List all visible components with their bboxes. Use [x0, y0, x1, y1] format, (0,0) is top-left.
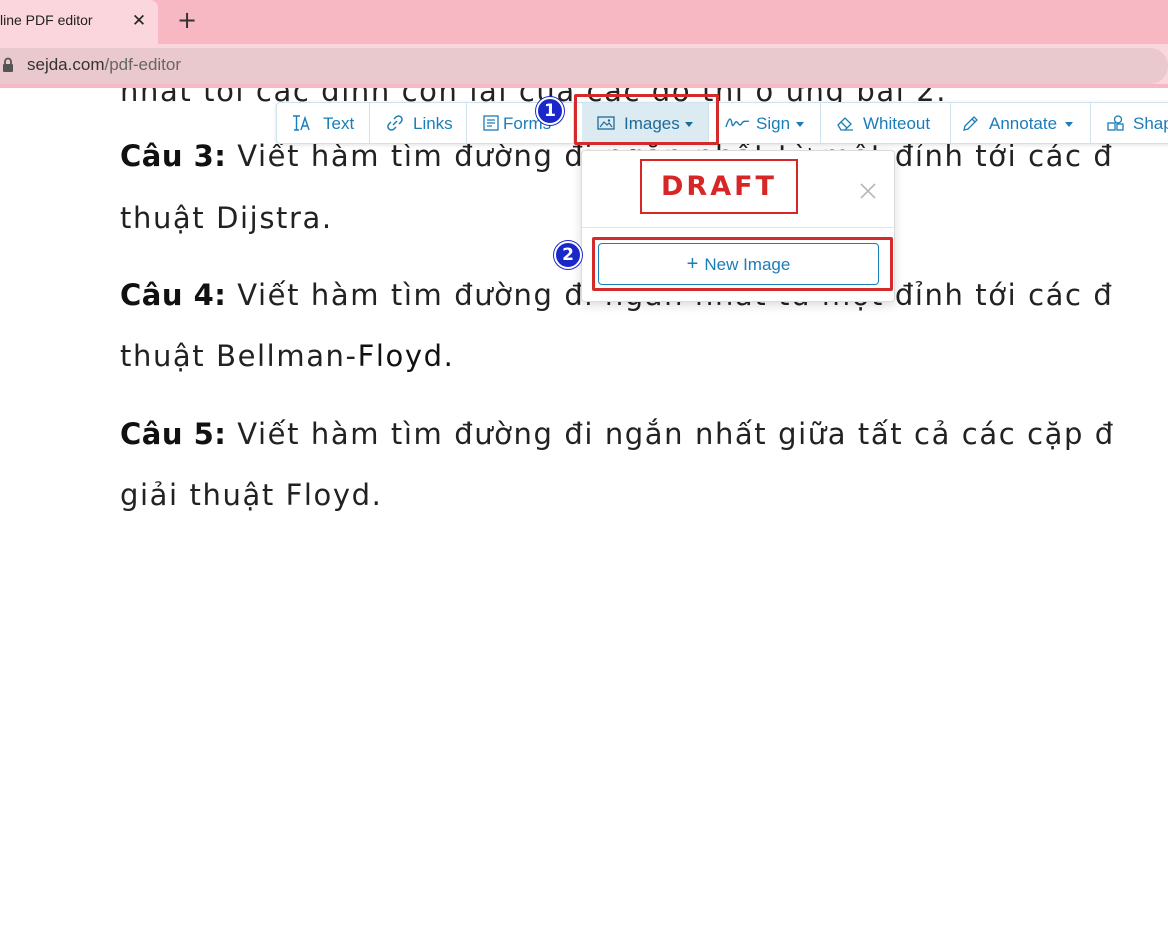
q4-label: Câu 4:: [120, 278, 227, 312]
link-icon: [387, 115, 403, 131]
url-text[interactable]: sejda.com/pdf-editor: [27, 55, 181, 75]
editor-toolbar: Text Links Forms Images Sign Whiteout An…: [276, 102, 1168, 144]
shapes-tool-button[interactable]: Shapes: [1091, 103, 1168, 143]
sign-tool-button[interactable]: Sign: [709, 103, 821, 143]
shapes-tool-label: Shapes: [1133, 114, 1168, 133]
annotate-tool-button[interactable]: Annotate: [951, 103, 1091, 143]
browser-tab[interactable]: line PDF editor ✕: [0, 0, 158, 44]
signature-icon: [725, 118, 750, 128]
tab-close-icon[interactable]: ✕: [128, 10, 150, 32]
step-marker-1: 1: [536, 97, 564, 125]
shapes-icon: [1107, 115, 1124, 131]
url-path: /pdf-editor: [104, 55, 182, 74]
doc-question-3-cont: thuật Dijstra.: [120, 201, 333, 235]
doc-question-5-cont: giải thuật Floyd.: [120, 478, 383, 512]
annotate-tool-label: Annotate: [989, 114, 1058, 133]
links-tool-button[interactable]: Links: [370, 103, 467, 143]
doc-question-5: Câu 5: Viết hàm tìm đường đi ngắn nhất g…: [120, 417, 1115, 451]
text-tool-button[interactable]: Text: [277, 103, 370, 143]
text-tool-label: Text: [323, 114, 355, 133]
whiteout-tool-label: Whiteout: [863, 114, 931, 133]
chevron-down-icon: [796, 122, 804, 127]
text-icon: [293, 115, 310, 131]
eraser-icon: [837, 117, 853, 131]
q5-text: Viết hàm tìm đường đi ngắn nhất giữa tất…: [226, 417, 1115, 451]
pen-icon: [963, 116, 978, 131]
tab-title: line PDF editor: [0, 12, 93, 28]
highlight-images-button: [574, 94, 719, 145]
chevron-down-icon: [1065, 122, 1073, 127]
q4-cont-a: thuật Bellman-: [120, 339, 358, 373]
close-icon[interactable]: [856, 179, 880, 203]
new-tab-button[interactable]: +: [174, 8, 200, 34]
q5-label: Câu 5:: [120, 417, 227, 451]
doc-question-4-cont: thuật Bellman-Floyd.: [120, 339, 454, 373]
sign-tool-label: Sign: [756, 114, 791, 133]
step-marker-2: 2: [554, 241, 582, 269]
q3-label: Câu 3:: [120, 139, 227, 173]
draft-image-thumbnail[interactable]: DRAFT: [640, 159, 798, 214]
dropdown-divider: [582, 227, 894, 228]
lock-icon[interactable]: [2, 57, 14, 73]
url-domain: sejda.com: [27, 55, 105, 74]
form-icon: [483, 115, 499, 131]
whiteout-tool-button[interactable]: Whiteout: [821, 103, 951, 143]
links-tool-label: Links: [413, 114, 453, 133]
highlight-new-image-button: [592, 237, 893, 291]
q4-cont-b: Floyd.: [357, 339, 455, 373]
tab-strip: line PDF editor ✕ +: [0, 0, 1168, 44]
